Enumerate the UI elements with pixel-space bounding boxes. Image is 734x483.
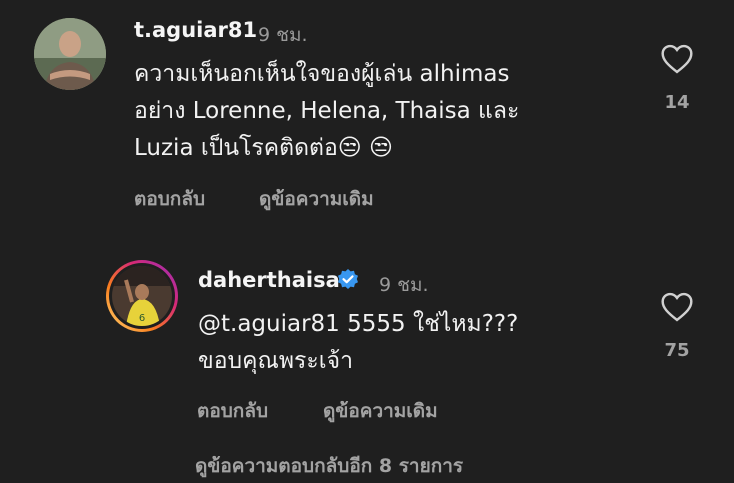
comment-line: Luzia เป็นโรคติดต่อ😒 😒 [134,135,394,161]
reply-button[interactable]: ตอบกลับ [197,396,268,426]
comment-line: ขอบคุณพระเจ้า [198,348,353,374]
comment-text: ความเห็นอกเห็นใจของผู้เล่น alhimas อย่าง… [134,56,519,167]
like-count: 14 [664,92,690,113]
avatar-photo [34,18,106,90]
reply-daherthaisa: 6 daherthaisa 9 ชม. @t.aguiar81 5555 ใช่… [0,250,734,440]
comment-line: ความเห็นอกเห็นใจของผู้เล่น alhimas [134,61,510,87]
svg-text:6: 6 [139,313,145,324]
like-group: 75 [657,292,697,361]
heart-outline-icon[interactable] [660,44,694,74]
reply-button[interactable]: ตอบกลับ [134,184,205,214]
comment-text: @t.aguiar81 5555 ใช่ไหม??? ขอบคุณพระเจ้า [198,306,518,380]
avatar[interactable] [34,18,106,90]
comment-username[interactable]: daherthaisa [198,268,340,292]
avatar-story-ring[interactable]: 6 [106,260,178,332]
heart-outline-icon[interactable] [660,292,694,322]
view-more-replies-button[interactable]: ดูข้อความตอบกลับอีก 8 รายการ [195,451,463,481]
like-group: 14 [657,44,697,113]
avatar-photo: 6 [112,266,172,326]
see-original-button[interactable]: ดูข้อความเดิม [323,396,438,426]
like-count: 75 [664,340,690,361]
comment-timestamp: 9 ชม. [258,24,308,46]
comment-timestamp: 9 ชม. [379,274,429,296]
comment-t-aguiar81: t.aguiar81 9 ชม. ความเห็นอกเห็นใจของผู้เ… [0,0,734,240]
verified-badge-icon [338,269,358,289]
comment-username[interactable]: t.aguiar81 [134,18,257,42]
comment-line: @t.aguiar81 5555 ใช่ไหม??? [198,311,519,337]
see-original-button[interactable]: ดูข้อความเดิม [259,184,374,214]
comment-line: อย่าง Lorenne, Helena, Thaisa และ [134,98,520,124]
